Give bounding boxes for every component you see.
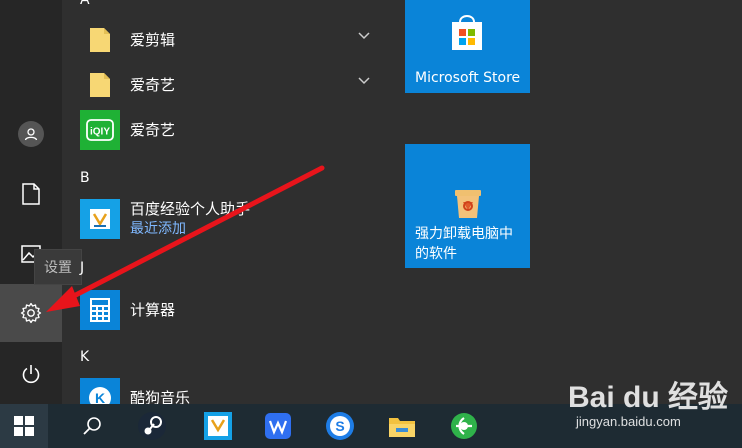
chevron-down-icon[interactable] xyxy=(358,32,370,40)
group-header-k[interactable]: K xyxy=(80,349,89,365)
start-button[interactable] xyxy=(0,404,48,448)
gear-icon xyxy=(20,302,42,324)
folder-icon xyxy=(389,418,415,437)
baidu-jingyan-icon xyxy=(80,199,120,239)
tile-uninstall-software[interactable]: 强力卸载电脑中 的软件 xyxy=(405,144,530,268)
watermark-main: Bai du 经验 xyxy=(568,381,729,414)
taskbar-file-explorer[interactable] xyxy=(378,404,426,448)
windows-logo-icon xyxy=(14,416,34,436)
store-bag-icon xyxy=(452,15,482,50)
group-header-b[interactable]: B xyxy=(80,170,90,186)
app-label-group: 百度经验个人助手 最近添加 xyxy=(130,199,250,239)
power-button[interactable] xyxy=(0,346,62,402)
tile-label-line1: 强力卸载电脑中 xyxy=(415,226,513,242)
recently-added-badge: 最近添加 xyxy=(130,221,186,237)
user-account-button[interactable] xyxy=(0,106,62,162)
watermark-url: jingyan.baidu.com xyxy=(576,414,681,429)
iqiyi-icon: iQIY xyxy=(80,110,120,150)
svg-text:iQIY: iQIY xyxy=(90,127,110,138)
wps-icon xyxy=(265,413,291,439)
taskbar-sogou[interactable]: S xyxy=(316,404,364,448)
taskbar-wps[interactable] xyxy=(254,404,302,448)
search-icon xyxy=(83,417,101,435)
list-item-aiqiyi[interactable]: iQIY 爱奇艺 xyxy=(80,110,380,150)
app-list: A 爱剪辑 爱奇艺 iQIY 爱奇艺 B 百度经验个人助手 最近添加 J 计算器… xyxy=(62,0,392,418)
browser-icon xyxy=(451,413,477,439)
settings-button[interactable] xyxy=(0,284,62,342)
folder-icon xyxy=(80,20,120,60)
document-icon xyxy=(22,183,40,205)
app-label: 爱剪辑 xyxy=(130,31,176,49)
chevron-down-icon[interactable] xyxy=(358,77,370,85)
app-label: 爱奇艺 xyxy=(130,76,176,94)
app-label: 爱奇艺 xyxy=(130,121,176,139)
taskbar-360-browser[interactable] xyxy=(440,404,488,448)
baidu-jingyan-watermark: Bai du 经验 jingyan.baidu.com xyxy=(568,370,738,440)
app-label: 百度经验个人助手 xyxy=(130,200,251,218)
start-left-rail xyxy=(0,0,62,404)
list-item-calculator[interactable]: 计算器 xyxy=(80,290,380,330)
svg-text:S: S xyxy=(335,418,344,434)
list-item-aijianji-folder[interactable]: 爱剪辑 xyxy=(80,20,380,60)
list-item-aiqiyi-folder[interactable]: 爱奇艺 xyxy=(80,65,380,105)
tile-label-line2: 的软件 xyxy=(415,246,457,262)
steam-icon xyxy=(138,412,166,440)
tile-label: Microsoft Store xyxy=(415,70,521,86)
folder-icon xyxy=(80,65,120,105)
calculator-icon xyxy=(80,290,120,330)
user-icon xyxy=(18,121,44,147)
app-label: 计算器 xyxy=(130,301,176,319)
group-header-a[interactable]: A xyxy=(80,0,90,8)
sogou-icon: S xyxy=(326,412,354,440)
uninstall-bin-icon xyxy=(455,190,481,218)
taskbar-baidu-jingyan[interactable] xyxy=(194,404,242,448)
taskbar-steam[interactable] xyxy=(128,404,176,448)
search-button[interactable] xyxy=(68,404,116,448)
baidu-jingyan-icon xyxy=(204,412,232,440)
power-icon xyxy=(22,365,40,384)
documents-button[interactable] xyxy=(0,166,62,222)
list-item-baidu-jingyan[interactable]: 百度经验个人助手 最近添加 xyxy=(80,199,380,239)
tile-microsoft-store[interactable]: Microsoft Store xyxy=(405,0,530,93)
group-header-j[interactable]: J xyxy=(80,260,84,276)
